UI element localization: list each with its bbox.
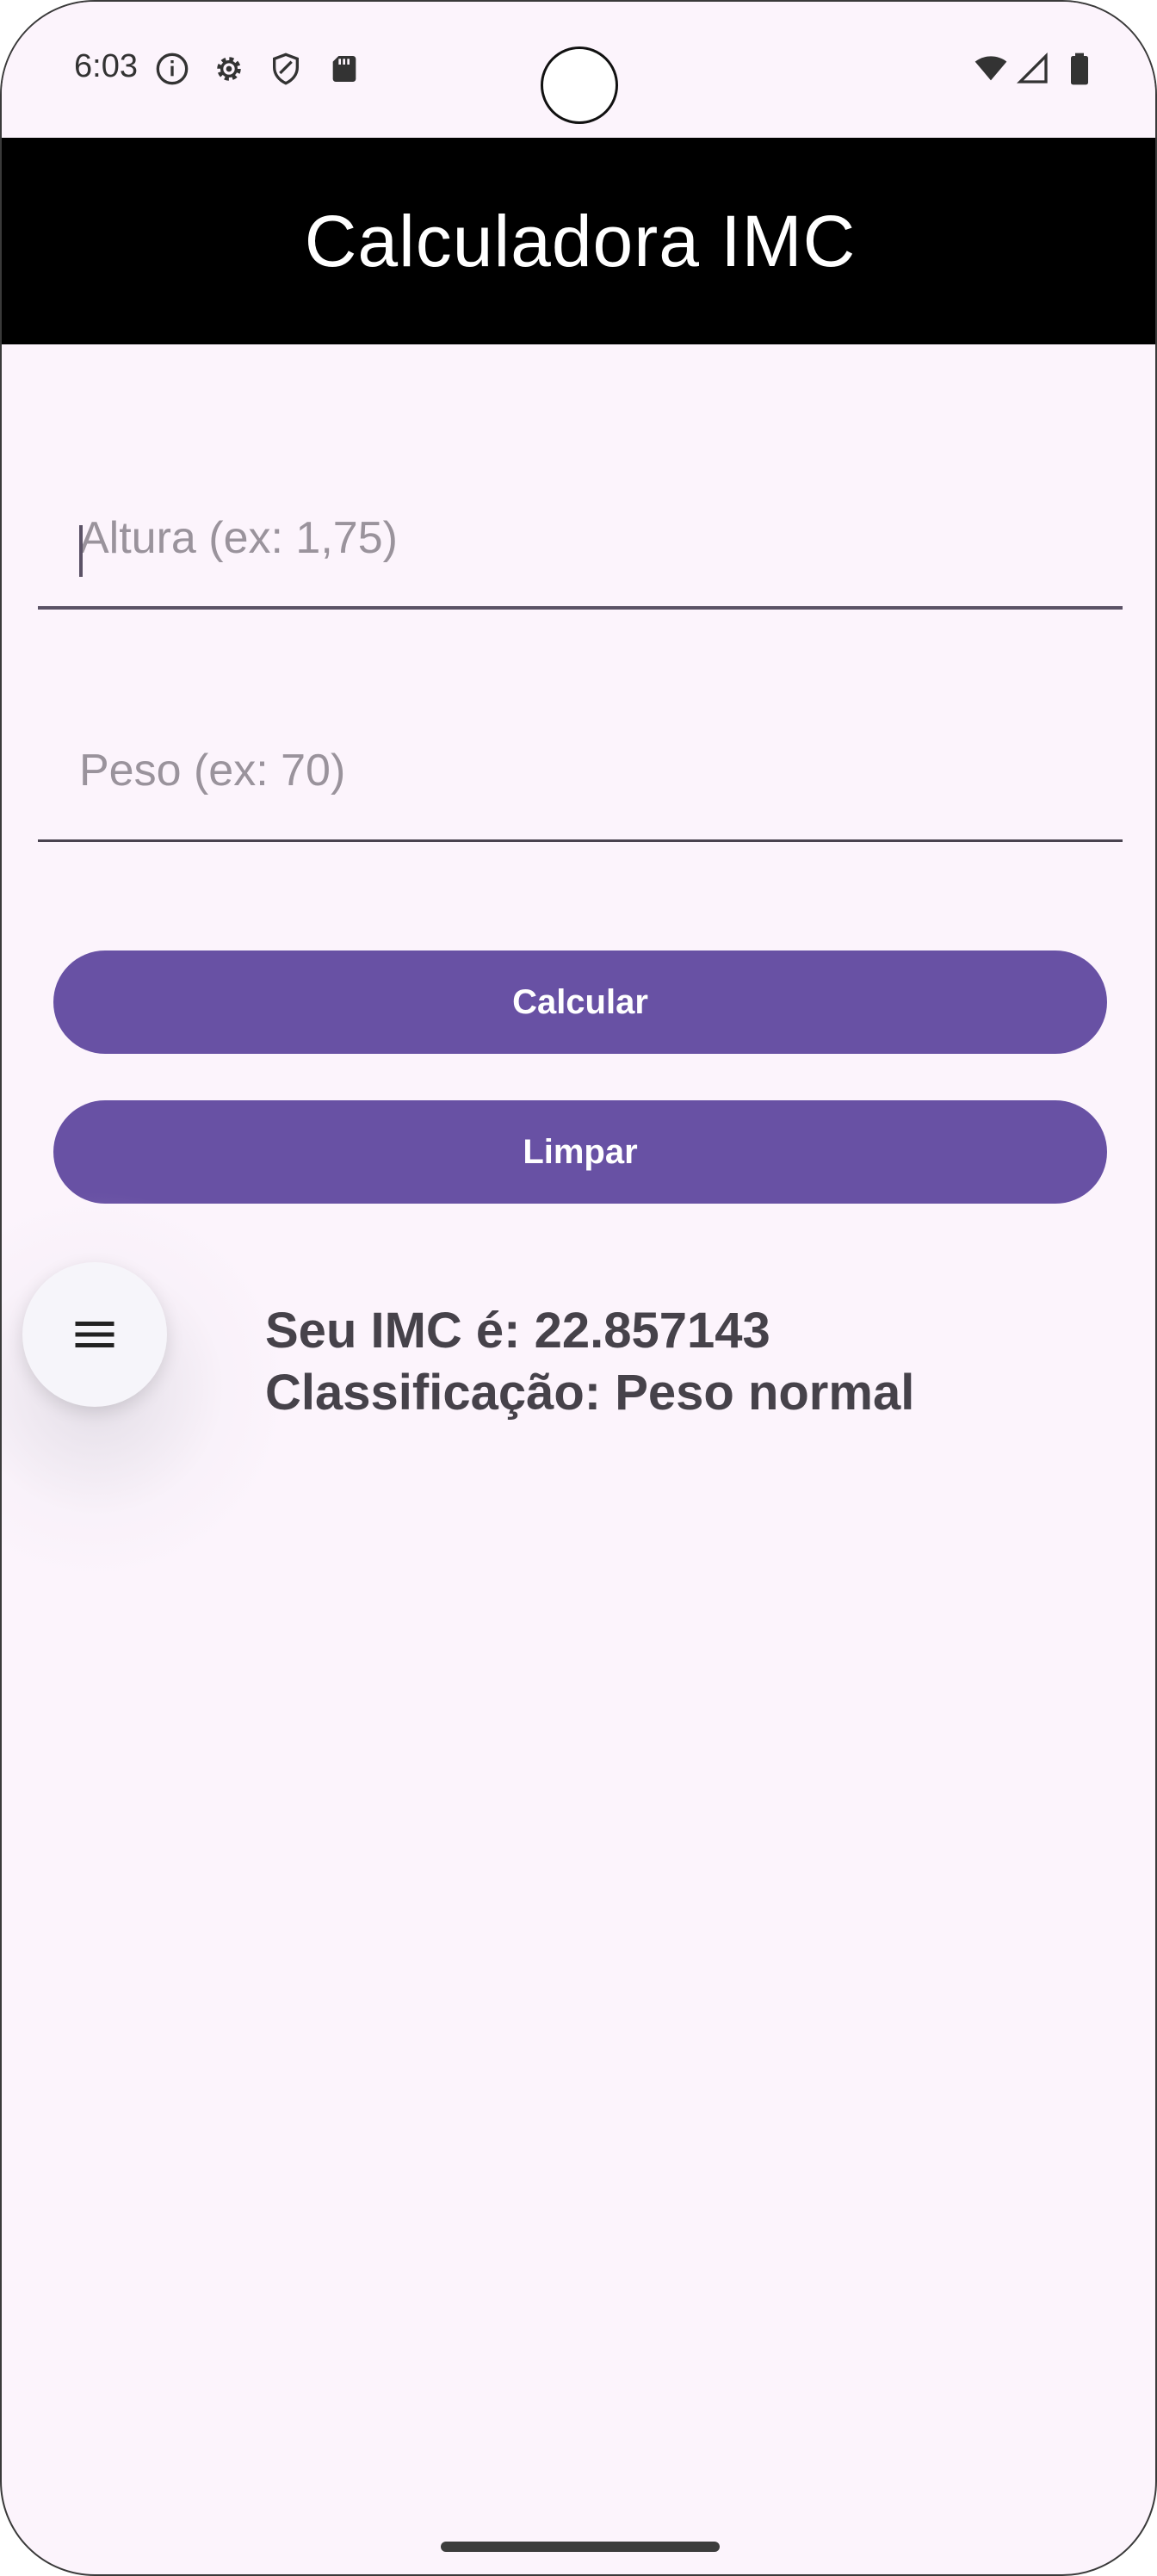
fab-shadow xyxy=(2,1190,294,1586)
height-field[interactable] xyxy=(38,480,1123,610)
status-bar: 6:03 xyxy=(2,2,1155,138)
weight-field[interactable] xyxy=(38,713,1123,842)
weight-input[interactable] xyxy=(38,713,1123,842)
height-field-underline xyxy=(38,606,1123,610)
weight-field-underline xyxy=(38,839,1123,842)
settings-icon xyxy=(217,57,241,81)
height-input[interactable] xyxy=(38,480,1123,610)
wifi-icon xyxy=(974,56,1007,81)
clear-button[interactable]: Limpar xyxy=(53,1100,1107,1204)
front-camera xyxy=(541,46,618,124)
classification-text: Classificação: Peso normal xyxy=(265,1365,915,1421)
gesture-navigation-bar[interactable] xyxy=(441,2542,720,2552)
phone-screen: 6:03 Calculadora IMC Altura (ex: 1,75) P… xyxy=(0,0,1157,2576)
menu-icon xyxy=(75,1322,114,1347)
status-time: 6:03 xyxy=(74,48,138,84)
shield-icon xyxy=(273,53,299,85)
sd-card-icon xyxy=(332,56,356,82)
result-panel: Seu IMC é: 22.857143 Classificação: Peso… xyxy=(265,1300,914,1424)
menu-button[interactable] xyxy=(22,1262,167,1407)
info-icon xyxy=(156,53,189,85)
imc-result-text: Seu IMC é: 22.857143 xyxy=(265,1303,770,1359)
signal-icon xyxy=(1016,52,1048,84)
app-bar: Calculadora IMC xyxy=(2,138,1155,344)
app-title: Calculadora IMC xyxy=(304,200,857,282)
text-cursor xyxy=(79,525,83,577)
battery-icon xyxy=(1071,53,1088,85)
calculate-button[interactable]: Calcular xyxy=(53,951,1107,1054)
